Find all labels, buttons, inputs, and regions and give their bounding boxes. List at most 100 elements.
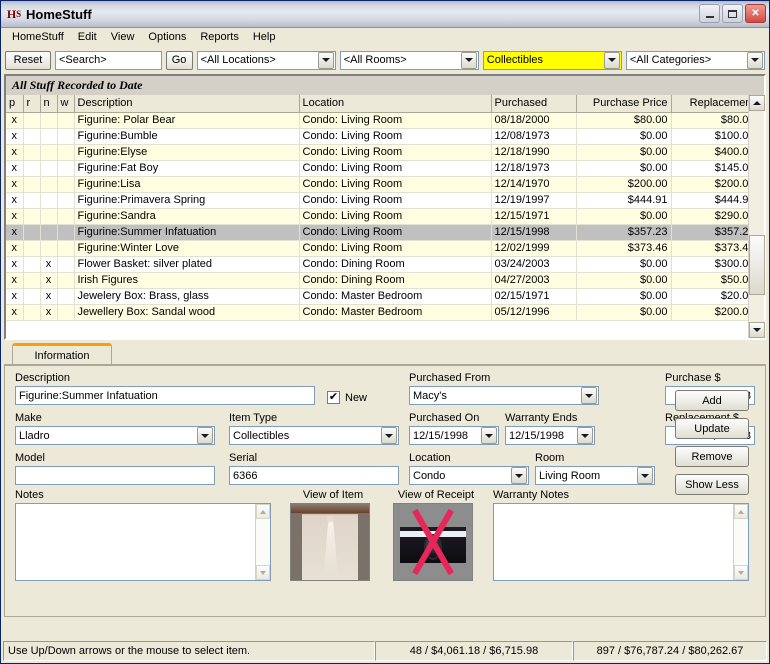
chevron-down-icon[interactable]	[581, 387, 597, 404]
remove-button[interactable]: Remove	[675, 446, 749, 467]
col-header-p[interactable]: p	[6, 95, 24, 113]
add-button[interactable]: Add	[675, 390, 749, 411]
calendar-chevron-icon[interactable]	[481, 427, 497, 444]
cell-location: Condo: Living Room	[299, 192, 492, 209]
purchased-from-combo[interactable]: Macy's	[409, 386, 599, 405]
notes-textarea[interactable]	[15, 503, 271, 581]
make-combo[interactable]: Lladro	[15, 426, 215, 445]
search-input[interactable]: <Search>	[55, 50, 162, 70]
cell-purchase-price: $0.00	[576, 208, 672, 225]
menu-item-edit[interactable]: Edit	[71, 29, 104, 45]
warranty-ends-value: 12/15/1998	[509, 429, 565, 442]
table-row[interactable]: x Figurine:Summer Infatuation Condo: Livin…	[6, 224, 759, 241]
rooms-filter-combo[interactable]: <All Rooms>	[339, 50, 479, 70]
scroll-down-button[interactable]	[749, 322, 765, 338]
warranty-ends-datepicker[interactable]: 12/15/1998	[505, 426, 595, 445]
chevron-down-icon[interactable]	[637, 467, 653, 484]
new-checkbox-group[interactable]: ✔ New	[327, 391, 367, 404]
chevron-down-icon[interactable]	[381, 427, 397, 444]
chevron-down-icon[interactable]	[603, 51, 620, 69]
item-type-combo[interactable]: Collectibles	[229, 426, 399, 445]
purchased-on-datepicker[interactable]: 12/15/1998	[409, 426, 499, 445]
tab-information[interactable]: Information	[12, 343, 112, 365]
chevron-down-icon[interactable]	[511, 467, 527, 484]
cell-replacement: $373.46	[671, 240, 759, 257]
menu-item-reports[interactable]: Reports	[193, 29, 246, 45]
col-header-replacement[interactable]: Replacement	[671, 95, 759, 113]
close-button[interactable]: ✕	[745, 4, 766, 23]
cell-purchased: 04/27/2003	[491, 272, 577, 289]
cell-description: Figurine:Winter Love	[74, 240, 300, 257]
reset-button[interactable]: Reset	[5, 50, 51, 70]
minimize-button[interactable]	[699, 4, 720, 23]
item-type-filter-combo[interactable]: Collectibles	[482, 50, 622, 70]
item-photo-thumbnail[interactable]	[290, 503, 370, 581]
table-row[interactable]: x Figurine:Bumble Condo: Living Room 12/08/…	[6, 128, 759, 145]
new-label: New	[345, 391, 368, 404]
col-header-purchased[interactable]: Purchased	[491, 95, 577, 113]
menu-item-options[interactable]: Options	[141, 29, 193, 45]
warranty-scroll-down-button[interactable]	[734, 565, 748, 580]
grid-vertical-scrollbar[interactable]	[748, 95, 765, 338]
scroll-up-button[interactable]	[749, 95, 765, 111]
table-row[interactable]: x x Flower Basket: silver plated Condo: Din…	[6, 256, 759, 273]
go-button[interactable]: Go	[165, 50, 193, 70]
table-row[interactable]: x Figurine:Lisa Condo: Living Room 12/14/19…	[6, 176, 759, 193]
cell-purchased: 03/24/2003	[491, 256, 577, 273]
col-header-r[interactable]: r	[23, 95, 41, 113]
model-input[interactable]	[15, 466, 215, 485]
notes-scroll-down-button[interactable]	[256, 565, 270, 580]
table-row[interactable]: x Figurine:Winter Love Condo: Living Room 1…	[6, 240, 759, 257]
notes-scrollbar[interactable]	[255, 504, 270, 580]
cell-w	[57, 304, 75, 321]
table-row[interactable]: x x Jewelery Box: Brass, glass Condo: Maste…	[6, 288, 759, 305]
purchased-from-value: Macy's	[413, 389, 447, 402]
receipt-photo-thumbnail[interactable]	[393, 503, 473, 581]
room-combo[interactable]: Living Room	[535, 466, 655, 485]
notes-scroll-up-button[interactable]	[256, 504, 270, 519]
warranty-notes-scrollbar[interactable]	[733, 504, 748, 580]
calendar-chevron-icon[interactable]	[577, 427, 593, 444]
chevron-down-icon[interactable]	[197, 427, 213, 444]
table-row[interactable]: x Figurine:Sandra Condo: Living Room 12/15/…	[6, 208, 759, 225]
col-header-description[interactable]: Description	[74, 95, 300, 113]
location-combo[interactable]: Condo	[409, 466, 529, 485]
locations-filter-combo[interactable]: <All Locations>	[196, 50, 336, 70]
table-row[interactable]: x Figurine:Primavera Spring Condo: Living …	[6, 192, 759, 209]
table-row[interactable]: x Figurine: Polar Bear Condo: Living Room 0…	[6, 112, 759, 129]
warranty-scroll-up-button[interactable]	[734, 504, 748, 519]
menu-bar: HomeStuff Edit View Options Reports Help	[1, 28, 769, 47]
update-button[interactable]: Update	[675, 418, 749, 439]
menu-item-homestuff[interactable]: HomeStuff	[5, 29, 71, 45]
col-header-n[interactable]: n	[40, 95, 58, 113]
col-header-location[interactable]: Location	[299, 95, 492, 113]
col-header-w[interactable]: w	[57, 95, 75, 113]
cell-w	[57, 272, 75, 289]
col-header-purchase-price[interactable]: Purchase Price	[576, 95, 672, 113]
menu-item-view[interactable]: View	[104, 29, 142, 45]
chevron-down-icon[interactable]	[746, 51, 763, 69]
cell-r	[23, 160, 41, 177]
table-row[interactable]: x Figurine:Fat Boy Condo: Living Room 12/18…	[6, 160, 759, 177]
scrollbar-thumb[interactable]	[749, 235, 765, 295]
cell-w	[57, 288, 75, 305]
table-row[interactable]: x x Irish Figures Condo: Dining Room 04/27/2…	[6, 272, 759, 289]
cell-purchase-price: $0.00	[576, 256, 672, 273]
warranty-notes-textarea[interactable]	[493, 503, 749, 581]
cell-w	[57, 128, 75, 145]
grid-body[interactable]: p r n w Description Location Purchased P…	[6, 95, 764, 338]
serial-input[interactable]: 6366	[229, 466, 399, 485]
categories-filter-combo[interactable]: <All Categories>	[625, 50, 765, 70]
table-row[interactable]: x x Jewellery Box: Sandal wood Condo: Maste…	[6, 304, 759, 321]
menu-item-help[interactable]: Help	[246, 29, 283, 45]
description-input[interactable]: Figurine:Summer Infatuation	[15, 386, 315, 405]
table-row[interactable]: x Figurine:Elyse Condo: Living Room 12/18/1…	[6, 144, 759, 161]
photo-right-border	[358, 513, 369, 580]
purchased-on-value: 12/15/1998	[413, 429, 469, 442]
maximize-button[interactable]	[722, 4, 743, 23]
chevron-down-icon[interactable]	[317, 51, 334, 69]
chevron-down-icon[interactable]	[460, 51, 477, 69]
view-of-item-label: View of Item	[302, 489, 364, 501]
cell-n	[40, 208, 58, 225]
new-checkbox[interactable]: ✔	[327, 391, 340, 404]
